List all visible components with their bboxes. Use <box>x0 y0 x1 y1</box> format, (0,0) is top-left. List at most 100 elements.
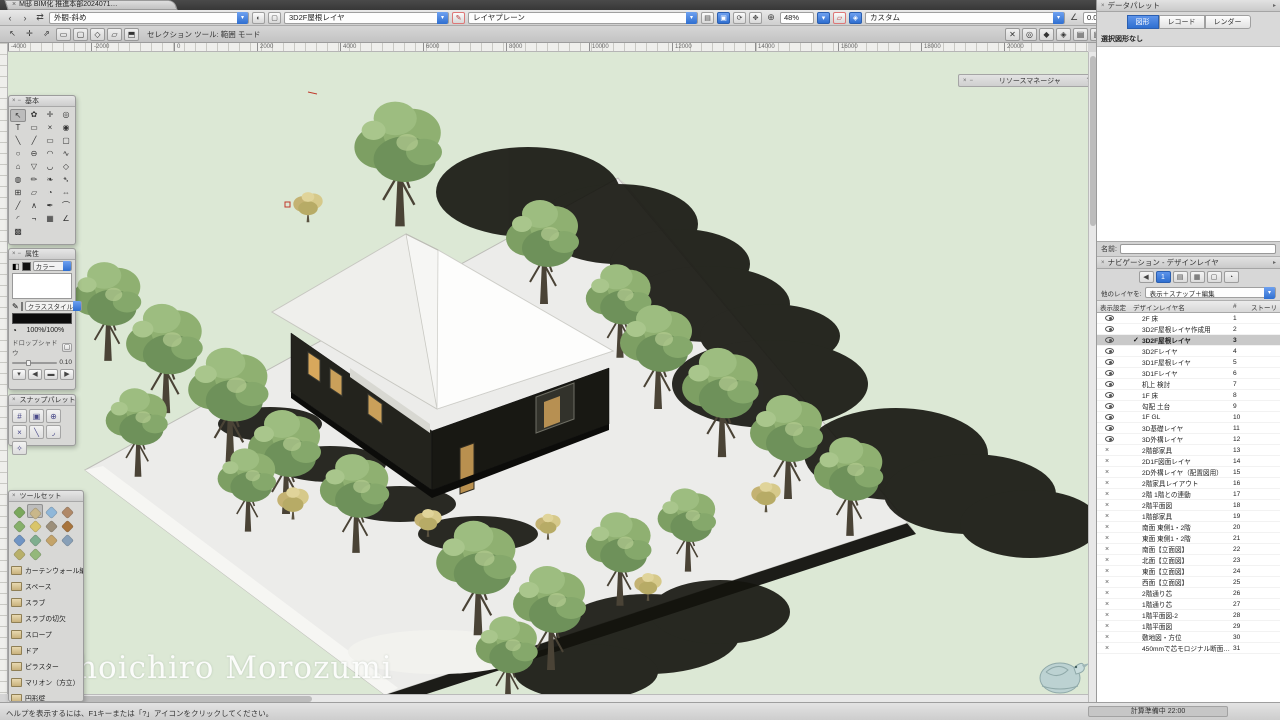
attr-nav-button[interactable]: ▶ <box>60 369 74 380</box>
snap-icon[interactable]: ▣ <box>29 409 44 423</box>
layer-row[interactable]: × ✓ 3D1F屋根レイヤ 5 <box>1097 357 1280 368</box>
panel-menu-icon[interactable]: ▸ <box>1273 259 1276 266</box>
data-tab[interactable]: 図形 <box>1127 15 1159 29</box>
chevron-down-icon[interactable]: ▾ <box>1264 287 1275 299</box>
snap-icon[interactable]: # <box>12 409 27 423</box>
vertical-scrollbar[interactable] <box>1088 52 1096 702</box>
layer-row[interactable]: × ✓ 敷地図・方位 30 <box>1097 632 1280 643</box>
refresh-icon[interactable]: ⟳ <box>733 12 746 24</box>
mode-option-icon[interactable]: ⇗ <box>39 28 54 41</box>
collapse-icon[interactable]: × <box>1101 260 1105 266</box>
pen-color-swatch[interactable] <box>21 302 23 311</box>
tab-close-icon[interactable]: × <box>12 1 16 8</box>
layer-row[interactable]: × ✓ 2階 1階との連動 17 <box>1097 489 1280 500</box>
hidden-x-icon[interactable]: × <box>1105 524 1109 531</box>
chevron-down-icon[interactable]: ▾ <box>686 12 697 24</box>
hidden-x-icon[interactable]: × <box>1105 612 1109 619</box>
document-tab-label[interactable]: ×M邸 BIM化 推進本部2024071… <box>12 0 118 10</box>
fill-style-combo[interactable]: カラー <box>33 261 72 271</box>
tool-icon[interactable]: ◍ <box>10 174 26 187</box>
visibility-eye-icon[interactable] <box>1105 436 1114 442</box>
tool-icon[interactable]: ✒ <box>42 200 58 213</box>
navigation-mode-icon[interactable]: ▤ <box>1173 271 1188 283</box>
navigation-mode-icon[interactable]: ▢ <box>1207 271 1222 283</box>
mode-option-icon[interactable]: ⬒ <box>124 28 139 41</box>
tool-icon[interactable]: ✿ <box>26 109 42 122</box>
hidden-x-icon[interactable]: × <box>1105 568 1109 575</box>
collapse-icon[interactable]: × <box>1101 3 1105 9</box>
hidden-x-icon[interactable]: × <box>1105 502 1109 509</box>
tool-icon[interactable]: ▩ <box>10 226 26 239</box>
visibility-eye-icon[interactable] <box>1105 315 1114 321</box>
palette-title-bar[interactable]: × ツールセット <box>9 491 83 502</box>
tool-icon[interactable]: ∧ <box>26 200 42 213</box>
chevron-down-icon[interactable]: ▾ <box>237 12 248 24</box>
layer-row[interactable]: × ✓ 2階家具レイアウト 16 <box>1097 478 1280 489</box>
data-tab[interactable]: レンダー <box>1205 15 1251 29</box>
layer-visibility-icon[interactable]: ▢ <box>268 12 281 24</box>
plane-mode-icon[interactable]: ▱ <box>833 12 846 24</box>
chevron-down-icon[interactable]: ▾ <box>437 12 448 24</box>
layer-row[interactable]: × ✓ 1階平面図 29 <box>1097 621 1280 632</box>
toolset-category-icon[interactable] <box>11 532 27 546</box>
layer-row[interactable]: × ✓ 2階平面図 18 <box>1097 500 1280 511</box>
hidden-x-icon[interactable]: × <box>1105 447 1109 454</box>
tool-icon[interactable]: ⊞ <box>10 187 26 200</box>
tool-icon[interactable]: ◔ <box>42 187 58 200</box>
hidden-x-icon[interactable]: × <box>1105 535 1109 542</box>
mode-option-icon[interactable]: ▢ <box>73 28 88 41</box>
tool-icon[interactable]: × <box>42 122 58 135</box>
class-pen-icon[interactable]: ✎ <box>452 12 465 24</box>
hidden-x-icon[interactable]: × <box>1105 513 1109 520</box>
tool-icon[interactable]: ⊖ <box>26 148 42 161</box>
navigation-mode-icon[interactable]: ◀ <box>1139 271 1154 283</box>
tool-icon[interactable]: ➴ <box>58 174 74 187</box>
layer-row[interactable]: × ✓ 3D1Fレイヤ 6 <box>1097 368 1280 379</box>
panel-menu-icon[interactable]: ▸ <box>1273 2 1276 9</box>
tool-icon[interactable]: ✏ <box>26 174 42 187</box>
data-palette-title-bar[interactable]: × データパレット ▸ <box>1097 0 1280 12</box>
toolset-item[interactable]: 円形壁 <box>11 690 83 702</box>
zoom-menu-icon[interactable]: ▾ <box>817 12 830 24</box>
page-icon[interactable]: ▤ <box>701 12 714 24</box>
chevron-down-icon[interactable] <box>73 301 81 311</box>
layer-row[interactable]: × ✓ 1階通り芯 27 <box>1097 599 1280 610</box>
toolset-category-icon[interactable] <box>59 532 75 546</box>
tool-icon[interactable]: ◉ <box>58 122 74 135</box>
layer-row[interactable]: × ✓ 東面【立面図】 24 <box>1097 566 1280 577</box>
layer-row[interactable]: × ✓ 2階通り芯 26 <box>1097 588 1280 599</box>
tool-icon[interactable]: ▦ <box>42 213 58 226</box>
tool-icon[interactable]: ⌒ <box>58 200 74 213</box>
view-cube-icon[interactable]: ◈ <box>849 12 862 24</box>
line-thickness-slider[interactable] <box>12 362 57 364</box>
lock-icon[interactable]: ◐ <box>252 12 265 24</box>
layer-row[interactable]: × ✓ 東面 東側1・2階 21 <box>1097 533 1280 544</box>
zoom-icon[interactable]: ⊕ <box>765 12 777 23</box>
toolset-category-icon[interactable] <box>11 546 27 560</box>
tool-icon[interactable]: ▱ <box>26 187 42 200</box>
layer-row[interactable]: × ✓ 2D1F図面レイヤ 14 <box>1097 456 1280 467</box>
back-button[interactable]: ‹ <box>4 13 16 23</box>
visibility-eye-icon[interactable] <box>1105 381 1114 387</box>
layer-row[interactable]: × ✓ 1F GL 10 <box>1097 412 1280 423</box>
toolset-category-icon[interactable] <box>27 504 43 518</box>
pen-icon[interactable]: ✎ <box>12 302 19 311</box>
navigation-mode-icon[interactable]: ▦ <box>1190 271 1205 283</box>
attr-nav-button[interactable]: ▾ <box>12 369 26 380</box>
name-input[interactable] <box>1120 244 1276 254</box>
navigation-mode-icon[interactable]: 1 <box>1156 271 1171 283</box>
slider-knob[interactable] <box>26 360 31 366</box>
tool-icon[interactable]: ▭ <box>42 135 58 148</box>
snap-icon[interactable]: ◞ <box>46 425 61 439</box>
collapse-icon[interactable]: − <box>18 251 22 257</box>
snap-icon[interactable]: ✧ <box>12 441 27 455</box>
visibility-eye-icon[interactable] <box>1105 359 1114 365</box>
hidden-x-icon[interactable]: × <box>1105 557 1109 564</box>
mode-option-icon[interactable]: ↖ <box>5 28 20 41</box>
opacity-value[interactable]: 100%/100% <box>19 327 72 334</box>
class-style-combo[interactable]: クラススタイル <box>25 301 82 311</box>
palette-title-bar[interactable]: × スナップパレット <box>9 395 75 406</box>
tool-icon[interactable]: ✛ <box>42 109 58 122</box>
tool-icon[interactable]: ◡ <box>42 161 58 174</box>
hidden-x-icon[interactable]: × <box>1105 491 1109 498</box>
